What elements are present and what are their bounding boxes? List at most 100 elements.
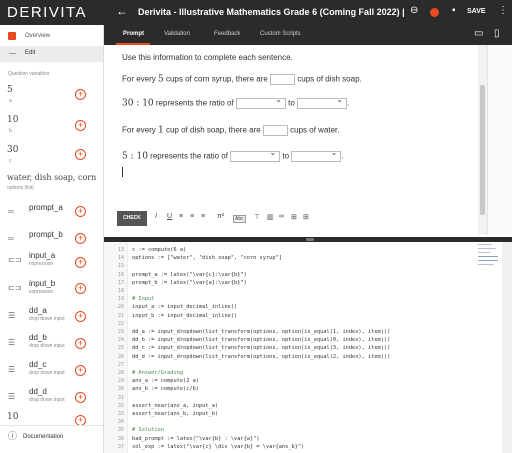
add-icon[interactable]: + — [75, 89, 86, 100]
documentation-link[interactable]: Documentation — [23, 434, 63, 440]
save-button[interactable]: SAVE — [467, 8, 486, 15]
variable-value[interactable]: 5 — [7, 85, 13, 95]
dropdown-dd-a[interactable] — [235, 95, 286, 109]
dropdown-dd-b[interactable] — [297, 95, 348, 109]
widget-type: drop down input — [29, 316, 65, 322]
save-icon[interactable]: ▪ — [452, 5, 456, 16]
add-icon[interactable]: + — [75, 120, 86, 131]
right-panel — [487, 45, 512, 235]
input-widget-icon: ⊏⊐ — [8, 283, 22, 292]
line-number: 24 — [117, 337, 124, 344]
line-number: 29 — [117, 378, 124, 385]
text-style-icon[interactable]: Abc — [233, 215, 246, 223]
tab-validation[interactable]: Validation — [164, 31, 190, 37]
mobile-view-icon[interactable]: ▯ — [494, 28, 500, 39]
dropdown-dd-c[interactable] — [230, 148, 281, 162]
variable-id: a — [9, 98, 12, 104]
tab-custom-scripts[interactable]: Custom Scripts — [260, 31, 301, 37]
line-number: 18 — [117, 288, 124, 294]
line-number: 19 — [117, 296, 124, 303]
dropdown-dd-d[interactable] — [291, 148, 342, 162]
line-number: 26 — [117, 353, 124, 360]
add-icon[interactable]: + — [75, 338, 86, 349]
bullet-list-icon[interactable]: ≡ — [190, 213, 194, 220]
text-widget-icon: ═ — [8, 207, 14, 216]
sidebar-item-overview[interactable]: Overview — [0, 30, 103, 44]
variable-value[interactable]: 30 — [7, 145, 18, 155]
widget-name[interactable]: input_b — [29, 279, 55, 288]
link-icon[interactable]: ⊖ — [410, 5, 418, 16]
minimap-line — [478, 256, 498, 257]
math-icon[interactable]: π² — [217, 213, 224, 220]
align-icon[interactable]: ≡ — [201, 213, 205, 220]
text: to — [285, 98, 298, 108]
line-number: 30 — [117, 386, 124, 393]
editor-scrollbar[interactable] — [502, 242, 512, 453]
italic-icon[interactable]: I — [155, 213, 157, 220]
code-line: dd_b := input_dropdown(list_transform(op… — [132, 337, 391, 344]
add-icon[interactable]: + — [75, 365, 86, 376]
widget-icon[interactable]: ⊞ — [291, 213, 297, 221]
dropdown-widget-icon: ☰ — [8, 311, 16, 320]
variable-value[interactable]: 10 — [7, 412, 18, 422]
table-icon[interactable]: ⊞ — [303, 213, 309, 221]
prompt-line-3: For every 1 cup of dish soap, there are … — [122, 125, 340, 136]
line-number: 28 — [117, 370, 124, 376]
add-icon[interactable]: + — [75, 392, 86, 403]
add-icon[interactable]: + — [75, 149, 86, 160]
code-line: dd_c := input_dropdown(list_transform(op… — [132, 345, 391, 352]
add-icon[interactable]: + — [75, 311, 86, 322]
line-number: 31 — [117, 394, 124, 401]
widget-name[interactable]: prompt_a — [29, 203, 63, 212]
variable-value[interactable]: water, dish soap, corn — [7, 173, 103, 182]
text: For every — [122, 125, 159, 135]
code-line: c := compute(6 a) — [132, 247, 187, 253]
text: to — [280, 151, 292, 161]
add-icon[interactable]: + — [75, 233, 86, 244]
minimap-line — [478, 248, 496, 249]
add-icon[interactable]: + — [75, 257, 86, 268]
line-number: 32 — [117, 402, 124, 409]
add-icon[interactable]: + — [75, 283, 86, 294]
widget-name[interactable]: input_a — [29, 251, 55, 260]
widget-name[interactable]: dd_b — [29, 333, 47, 342]
dropdown-widget-icon: ☰ — [8, 338, 16, 347]
widget-type: expression — [29, 289, 54, 295]
tab-feedback[interactable]: Feedback — [214, 31, 240, 37]
line-number: 36 — [117, 435, 124, 442]
input-widget-icon: ⊏⊐ — [8, 255, 22, 264]
scrollbar-thumb[interactable] — [480, 85, 485, 215]
text-cursor — [122, 167, 123, 177]
line-number: 34 — [117, 419, 124, 426]
desktop-view-icon[interactable]: ▭ — [474, 28, 483, 39]
widget-name[interactable]: dd_d — [29, 387, 47, 396]
line-number: 25 — [117, 345, 124, 352]
widget-name[interactable]: dd_c — [29, 360, 46, 369]
widget-name[interactable]: dd_a — [29, 306, 47, 315]
add-icon[interactable]: + — [75, 206, 86, 217]
prompt-intro: Use this information to complete each se… — [122, 53, 293, 62]
tab-prompt[interactable]: Prompt — [123, 31, 144, 37]
arrow-left-icon[interactable]: ← — [116, 4, 128, 18]
widget-type: drop down input — [29, 397, 65, 403]
link-icon[interactable]: ∞ — [279, 213, 284, 220]
code-line: bad_prompt := latex("\var{b} : \var{a}") — [132, 435, 260, 442]
variable-value[interactable]: 10 — [7, 115, 18, 125]
answer-input-b[interactable] — [262, 125, 288, 136]
widget-name[interactable]: prompt_b — [29, 230, 63, 239]
sidebar-item-edit[interactable]: — Edit — [0, 46, 103, 62]
math: 5 : 10 — [122, 151, 148, 162]
derivita-logo: DERIVITA — [7, 4, 88, 21]
drag-handle-icon[interactable] — [306, 238, 314, 241]
more-vert-icon[interactable]: ⋮ — [498, 5, 508, 16]
minimap[interactable] — [478, 242, 500, 282]
check-button[interactable]: CHECK — [117, 211, 147, 226]
media-icon[interactable]: ▥ — [267, 213, 274, 221]
clear-format-icon[interactable]: ⊤ — [254, 213, 260, 221]
code-editor[interactable]: 13 c := compute(6 a) 14 options := ["water"… — [104, 242, 512, 453]
answer-input-a[interactable] — [270, 74, 296, 85]
preview-scrollbar[interactable] — [478, 45, 487, 235]
ordered-list-icon[interactable]: ≡ — [179, 213, 183, 220]
underline-icon[interactable]: U — [167, 213, 172, 220]
text: cups of water. — [287, 125, 340, 135]
